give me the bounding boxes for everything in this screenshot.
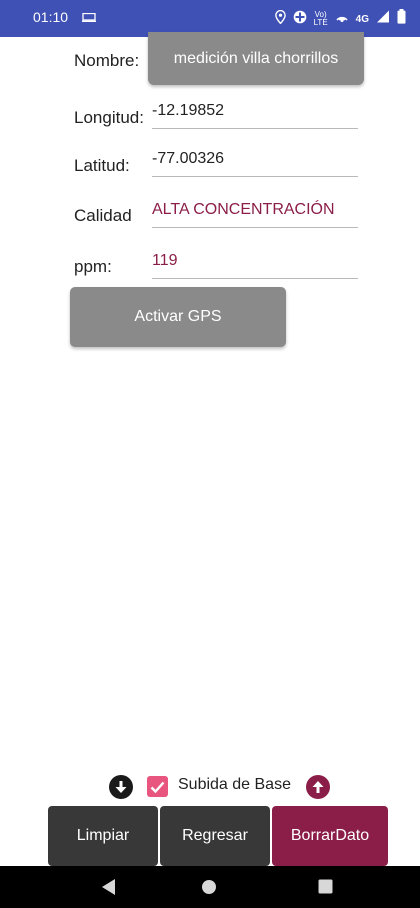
nombre-button[interactable]: medición villa chorrillos — [148, 32, 364, 85]
arrow-up-circle-icon[interactable] — [306, 775, 330, 799]
ppm-label: ppm: — [74, 257, 112, 276]
data-saver-icon — [293, 10, 307, 29]
recents-square-icon[interactable] — [318, 879, 333, 894]
arrow-down-circle-icon[interactable] — [109, 775, 133, 799]
screen-cast-icon — [82, 13, 96, 22]
volte-bottom-text: LTE — [313, 18, 328, 27]
subida-label: Subida de Base — [178, 776, 291, 793]
latitud-field[interactable]: -77.00326 — [152, 150, 358, 177]
back-triangle-icon[interactable] — [101, 878, 117, 896]
subida-checkbox[interactable] — [147, 776, 168, 797]
status-time: 01:10 — [33, 9, 69, 25]
borrar-dato-button[interactable]: BorrarDato — [272, 806, 388, 866]
activar-gps-button[interactable]: Activar GPS — [70, 287, 286, 347]
regresar-button[interactable]: Regresar — [160, 806, 270, 866]
latitud-label: Latitud: — [74, 156, 130, 175]
home-circle-icon[interactable] — [201, 879, 217, 895]
limpiar-button[interactable]: Limpiar — [48, 806, 158, 866]
signal-icon — [376, 10, 390, 28]
longitud-label: Longitud: — [74, 108, 144, 127]
location-icon — [274, 9, 286, 29]
nombre-label: Nombre: — [74, 51, 140, 70]
calidad-field[interactable]: ALTA CONCENTRACIÓN — [152, 201, 358, 228]
longitud-field[interactable]: -12.19852 — [152, 102, 358, 129]
calidad-label: Calidad — [74, 206, 132, 225]
hotspot-icon — [335, 10, 349, 28]
ppm-field[interactable]: 119 — [152, 252, 358, 279]
battery-icon — [397, 9, 406, 29]
network-type: 4G — [355, 13, 369, 25]
navigation-bar — [0, 866, 420, 908]
volte-indicator: Vo) LTE — [314, 11, 328, 27]
